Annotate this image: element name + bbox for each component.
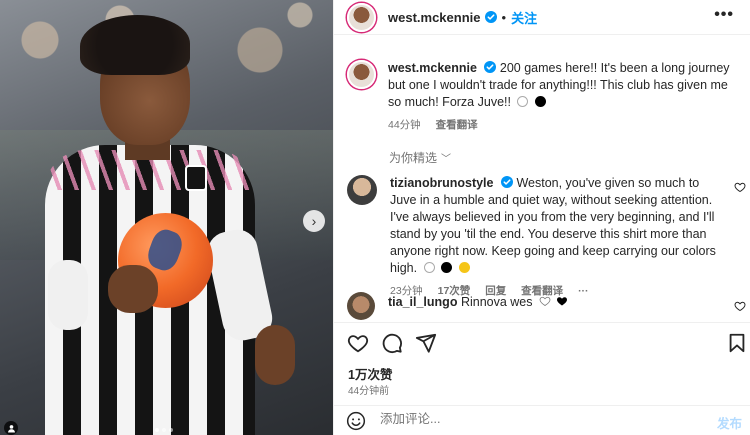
commenter-username[interactable]: tia_il_lungo <box>388 295 457 309</box>
comment-input[interactable] <box>380 412 680 426</box>
carousel-indicator <box>155 428 173 432</box>
white-circle-emoji <box>423 262 435 273</box>
black-circle-emoji <box>534 96 546 107</box>
like-heart-icon[interactable] <box>347 332 369 354</box>
caption-meta: 44分钟 查看翻译 <box>388 117 733 134</box>
user-icon <box>7 424 15 433</box>
caption-see-translation[interactable]: 查看翻译 <box>436 119 478 131</box>
for-you-filter[interactable]: 为你精选 ﹀ <box>389 149 451 166</box>
carousel-dot <box>169 428 173 432</box>
caption-time: 44分钟 <box>388 119 421 131</box>
photo-player-arm-left <box>48 260 88 330</box>
more-options-icon[interactable]: ••• <box>714 6 734 24</box>
post-detail-panel: west.mckennie • 关注 ••• west.mckennie 200… <box>333 0 750 435</box>
comment-text: Rinnova wes <box>460 295 533 309</box>
photo-player-hair <box>80 15 190 75</box>
post-header: west.mckennie • 关注 ••• <box>334 0 750 35</box>
emoji-smiley-icon[interactable] <box>346 411 366 431</box>
carousel-dot-active <box>155 428 159 432</box>
photo-player-hand-left <box>108 265 158 313</box>
caption-author-username[interactable]: west.mckennie <box>388 61 477 75</box>
commenter-avatar[interactable] <box>347 175 377 205</box>
comment-item: tia_il_lungo Rinnova wes <box>347 292 750 320</box>
likes-count[interactable]: 1万次赞 <box>348 364 392 383</box>
black-circle-emoji <box>441 262 453 273</box>
for-you-label: 为你精选 <box>389 151 438 165</box>
white-heart-emoji-icon <box>539 296 551 306</box>
caption-author-avatar[interactable] <box>347 60 376 89</box>
comment-like-heart-icon[interactable] <box>734 300 746 312</box>
post-action-bar <box>334 322 750 357</box>
save-bookmark-icon[interactable] <box>726 332 748 354</box>
chevron-down-icon: ﹀ <box>441 154 452 165</box>
comment-body: tizianobrunostyle Weston, you've given s… <box>390 175 725 300</box>
carousel-dot <box>162 428 166 432</box>
verified-badge-icon <box>484 11 497 23</box>
next-photo-button[interactable]: › <box>303 210 325 232</box>
share-paper-plane-icon[interactable] <box>415 332 437 354</box>
post-photo[interactable]: › <box>0 0 333 435</box>
follow-button[interactable]: 关注 <box>511 8 537 27</box>
comment-bubble-icon[interactable] <box>381 332 403 354</box>
tagged-users-button[interactable] <box>4 421 18 435</box>
author-username[interactable]: west.mckennie <box>388 10 481 25</box>
comment-text: Weston, you've given so much to Juve in … <box>390 176 716 275</box>
post-time[interactable]: 44分钟前 <box>348 382 389 397</box>
photo-player-hand-right <box>255 325 295 385</box>
comment-body: tia_il_lungo Rinnova wes <box>388 292 723 320</box>
clapping-emoji <box>458 262 470 273</box>
comment-item: tizianobrunostyle Weston, you've given s… <box>347 175 750 300</box>
author-avatar[interactable] <box>347 2 376 32</box>
verified-badge-icon <box>500 176 513 188</box>
comment-like-heart-icon[interactable] <box>734 181 746 193</box>
commenter-avatar[interactable] <box>347 292 375 320</box>
black-heart-emoji-icon <box>557 297 568 306</box>
white-circle-emoji <box>517 96 529 107</box>
header-separator: • <box>501 9 507 25</box>
caption-body: west.mckennie 200 games here!! It's been… <box>388 60 733 134</box>
commenter-username[interactable]: tizianobrunostyle <box>390 176 493 190</box>
post-caption: west.mckennie 200 games here!! It's been… <box>347 60 739 134</box>
post-comment-button[interactable]: 发布 <box>717 413 742 432</box>
verified-badge-icon <box>484 61 497 73</box>
photo-club-badge <box>185 165 207 191</box>
chevron-right-icon: › <box>311 213 317 229</box>
